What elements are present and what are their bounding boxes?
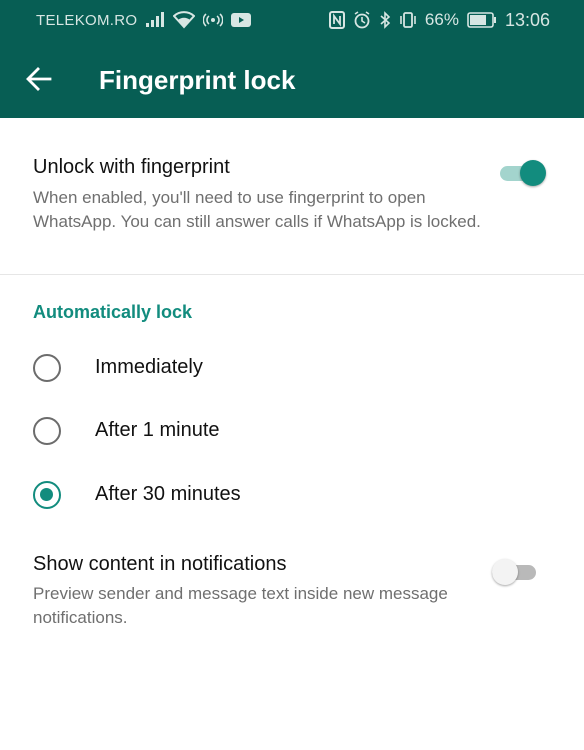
radio-button-selected[interactable] bbox=[33, 481, 61, 509]
radio-button[interactable] bbox=[33, 354, 61, 382]
radio-label: After 1 minute bbox=[95, 419, 220, 441]
bluetooth-icon bbox=[379, 11, 391, 29]
fingerprint-setting-description: When enabled, you'll need to use fingerp… bbox=[33, 188, 481, 231]
fingerprint-setting[interactable]: Unlock with fingerprint When enabled, yo… bbox=[0, 118, 584, 275]
nfc-icon bbox=[328, 11, 345, 29]
clock: 13:06 bbox=[504, 9, 550, 30]
wifi-icon bbox=[173, 11, 196, 29]
alarm-icon bbox=[353, 11, 371, 29]
auto-lock-header: Automatically lock bbox=[33, 302, 193, 322]
signal-icon bbox=[145, 12, 165, 28]
radio-button[interactable] bbox=[33, 417, 61, 445]
back-arrow-icon bbox=[26, 67, 52, 91]
radio-label: Immediately bbox=[95, 356, 203, 378]
toggle-thumb bbox=[520, 160, 546, 186]
status-bar-right: 66% 13:06 bbox=[328, 9, 550, 31]
toggle-thumb bbox=[492, 559, 518, 585]
carrier-name: TELEKOM.RO bbox=[36, 11, 138, 29]
notification-content-setting[interactable]: Show content in notifications Preview se… bbox=[0, 540, 584, 640]
fingerprint-setting-title: Unlock with fingerprint bbox=[33, 156, 230, 178]
auto-lock-option-30-minutes[interactable]: After 30 minutes bbox=[0, 464, 584, 526]
status-bar: TELEKOM.RO 66% 13:06 bbox=[0, 0, 584, 40]
back-button[interactable] bbox=[26, 66, 52, 92]
page-title: Fingerprint lock bbox=[99, 65, 296, 95]
youtube-icon bbox=[231, 13, 252, 27]
vibrate-icon bbox=[399, 11, 417, 29]
battery-percentage: 66% bbox=[424, 10, 459, 29]
battery-icon bbox=[467, 12, 497, 28]
auto-lock-option-1-minute[interactable]: After 1 minute bbox=[0, 400, 584, 462]
hotspot-icon bbox=[203, 12, 224, 28]
app-bar: Fingerprint lock bbox=[0, 40, 584, 118]
status-bar-left: TELEKOM.RO bbox=[36, 11, 252, 29]
notification-setting-description: Preview sender and message text inside n… bbox=[33, 584, 448, 627]
notification-content-toggle[interactable] bbox=[492, 559, 538, 585]
auto-lock-option-immediately[interactable]: Immediately bbox=[0, 337, 584, 399]
radio-label: After 30 minutes bbox=[95, 483, 241, 505]
fingerprint-toggle[interactable] bbox=[500, 160, 546, 186]
notification-setting-title: Show content in notifications bbox=[33, 553, 287, 575]
